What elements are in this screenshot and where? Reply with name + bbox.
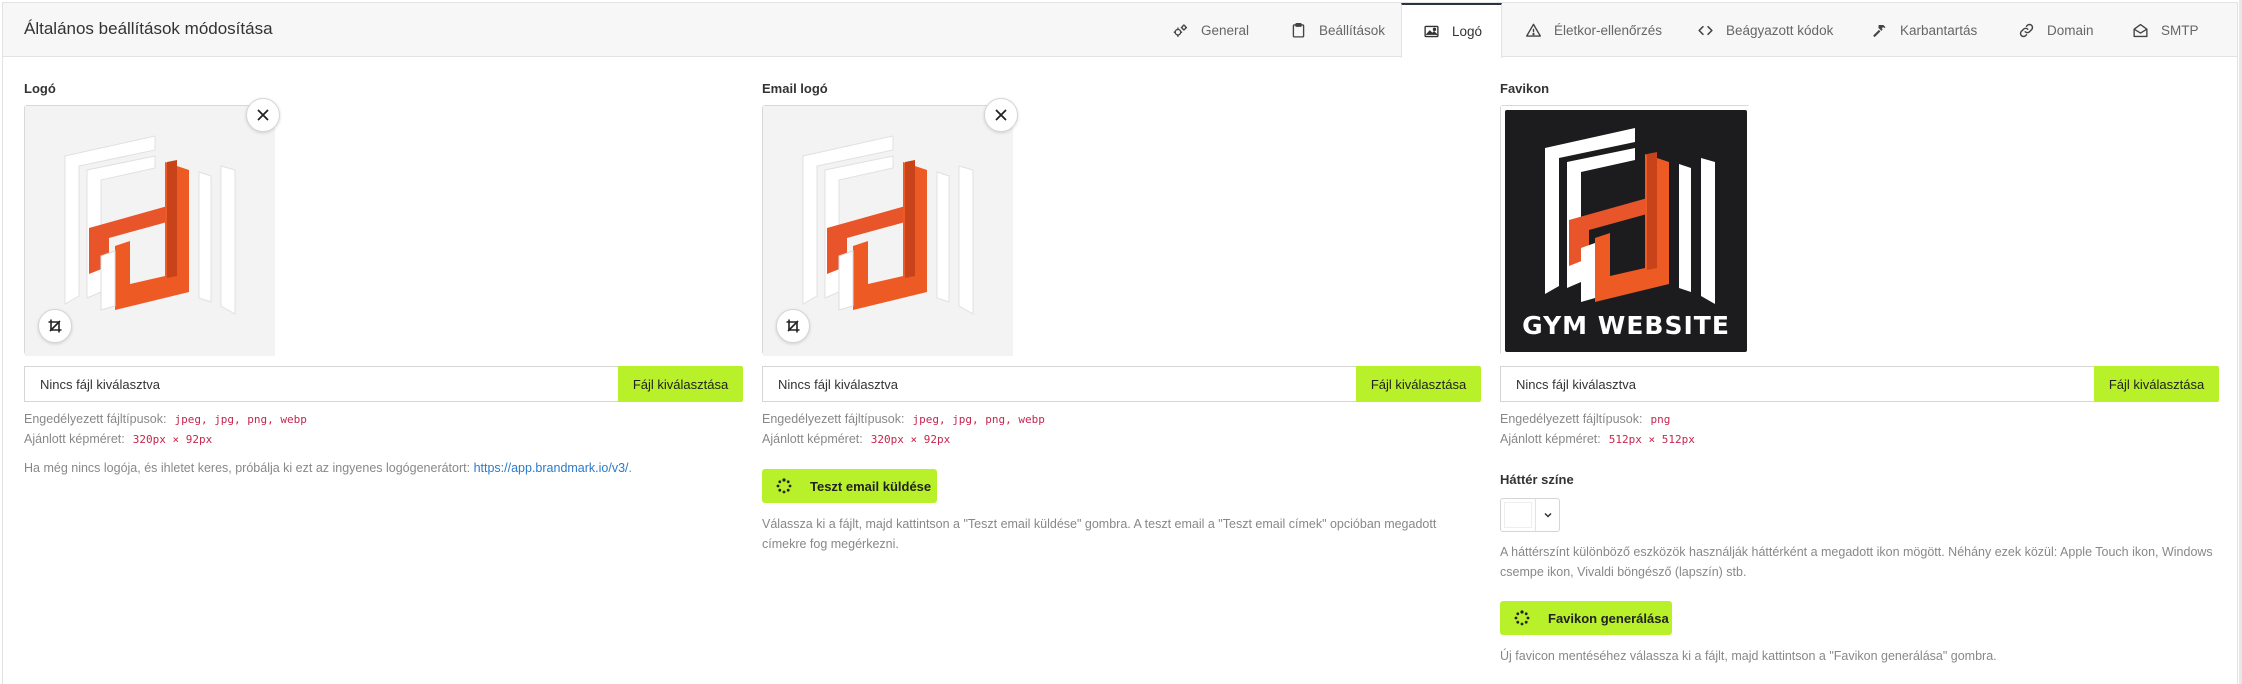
tab-label: Beágyazott kódok [1726,22,1834,38]
email-logo-description: Válassza ki a fájlt, majd kattintson a "… [762,517,1437,551]
remove-email-logo-button[interactable] [984,98,1018,132]
email-logo-file-input[interactable]: Nincs fájl kiválasztva [762,366,1356,402]
logo-label: Logó [24,81,56,96]
crop-logo-button[interactable] [38,309,72,343]
tab-eletkor-ellenorzes[interactable]: Életkor-ellenőrzés [1524,3,1662,57]
tab-general[interactable]: General [1171,3,1249,57]
logo-recommended-size: Ajánlott képméret: 320px × 92px [24,432,213,446]
favicon-file-input-group: Nincs fájl kiválasztva Fájl kiválasztása [1500,366,2219,402]
send-test-email-button[interactable]: Teszt email küldése [762,469,937,503]
tab-domain[interactable]: Domain [2017,3,2094,57]
favicon-allowed-types: Engedélyezett fájltípusok: png [1500,412,1671,426]
tab-label: Karbantartás [1900,22,1978,38]
loader-icon [776,478,792,494]
generate-favicon-description: Új favicon mentéséhez válassza ki a fájl… [1500,649,1997,663]
favicon-image: GYM WEBSITE [1501,106,1751,356]
warning-icon [1524,21,1542,39]
image-icon [1422,23,1440,41]
tab-beagyazott-kodok[interactable]: Beágyazott kódok [1696,3,1833,57]
logo-file-select-button[interactable]: Fájl kiválasztása [618,366,743,402]
bg-color-label: Háttér színe [1500,472,1574,487]
gears-icon [1171,21,1189,39]
email-logo-file-input-group: Nincs fájl kiválasztva Fájl kiválasztása [762,366,1481,402]
tab-karbantartas[interactable]: Karbantartás [1870,3,1977,57]
link-icon [2017,21,2035,39]
crop-email-logo-button[interactable] [776,309,810,343]
close-icon [257,109,269,121]
email-logo-preview [762,98,1018,356]
header-bar: Általános beállítások módosítása General… [3,3,2237,58]
code-icon [1696,21,1714,39]
bg-color-description: A háttérszínt különböző eszközök használ… [1500,545,2213,579]
tab-label: General [1201,22,1250,38]
favicon-preview: GYM WEBSITE [1500,105,1751,356]
tab-label: Logó [1452,24,1483,39]
tab-logo[interactable]: Logó [1401,3,1503,58]
tab-beallitasok[interactable]: Beállítások [1289,3,1385,57]
bg-color-swatch [1504,502,1532,528]
clipboard-icon [1289,21,1307,39]
tab-label: Beállítások [1319,22,1386,38]
chevron-down-icon [1535,499,1559,531]
logo-preview [24,98,280,356]
close-icon [995,109,1007,121]
favicon-label: Favikon [1500,81,1550,96]
hammer-icon [1870,21,1888,39]
favicon-file-select-button[interactable]: Fájl kiválasztása [2094,366,2219,402]
tab-label: SMTP [2161,22,2199,38]
tab-label: Életkor-ellenőrzés [1554,22,1663,38]
bg-color-picker[interactable] [1500,498,1560,532]
loader-icon [1514,610,1530,626]
brandmark-link[interactable]: https://app.brandmark.io/v3/ [474,461,629,475]
tab-label: Domain [2047,22,2094,38]
favicon-recommended-size: Ajánlott képméret: 512px × 512px [1500,432,1695,446]
logo-file-input-group: Nincs fájl kiválasztva Fájl kiválasztása [24,366,743,402]
logo-file-input[interactable]: Nincs fájl kiválasztva [24,366,618,402]
favicon-file-input[interactable]: Nincs fájl kiválasztva [1500,366,2094,402]
crop-icon [48,319,62,333]
email-logo-label: Email logó [762,81,828,96]
logo-allowed-types: Engedélyezett fájltípusok: jpeg, jpg, png… [24,412,307,426]
generate-favicon-button[interactable]: Favikon generálása [1500,601,1672,635]
crop-icon [786,319,800,333]
email-logo-file-select-button[interactable]: Fájl kiválasztása [1356,366,1481,402]
page-title: Általános beállítások módosítása [24,19,273,38]
tab-smtp[interactable]: SMTP [2131,3,2199,57]
remove-logo-button[interactable] [246,98,280,132]
email-logo-allowed-types: Engedélyezett fájltípusok: jpeg, jpg, png… [762,412,1045,426]
email-logo-recommended-size: Ajánlott képméret: 320px × 92px [762,432,951,446]
envelope-open-icon [2131,21,2149,39]
logo-help-text: Ha még nincs logója, és ihletet keres, p… [24,461,633,475]
favicon-image-text: GYM WEBSITE [1522,311,1730,340]
settings-panel: Általános beállítások módosítása General… [2,2,2238,684]
